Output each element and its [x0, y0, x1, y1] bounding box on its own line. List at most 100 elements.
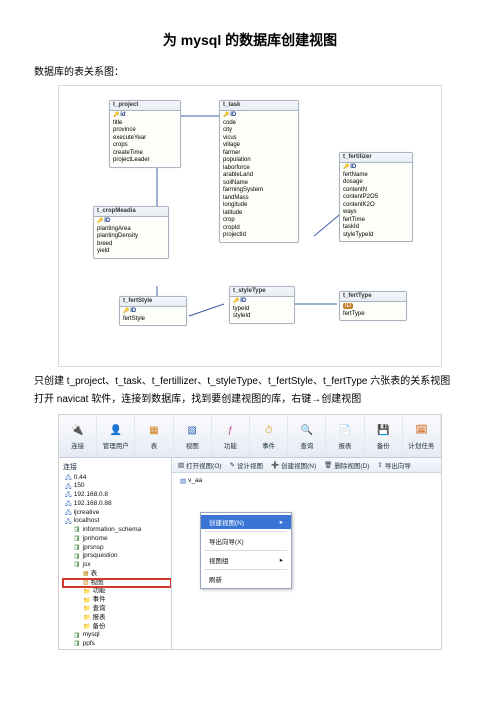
function-icon: ƒ — [221, 421, 239, 439]
database-icon: 🛢 — [73, 526, 81, 534]
chevron-right-icon: ▸ — [280, 556, 283, 564]
sidebar-header: 连接 — [59, 460, 171, 474]
server-icon: 🖧 — [65, 509, 72, 517]
database-icon: 🛢 — [73, 553, 81, 561]
design-icon: ✎ — [230, 461, 235, 469]
navicat-sidebar: 连接 🖧0.44 🖧150 🖧192.168.0.8 🖧192.168.0.88… — [59, 458, 172, 650]
tree-server[interactable]: 🖧150 — [63, 482, 171, 491]
chevron-right-icon: ▸ — [280, 518, 283, 526]
toolbar-view[interactable]: ▧视图 — [174, 415, 212, 457]
menu-divider — [205, 569, 287, 570]
navicat-screenshot: 🔌连接 👤管理用户 ▦表 ▧视图 ƒ功能 ⏱事件 🔍查询 📄报表 💾备份 🗓计划… — [58, 414, 442, 650]
view-icon: ▧ — [178, 461, 184, 469]
export-icon: ⇪ — [377, 461, 382, 469]
connection-tree: 🖧0.44 🖧150 🖧192.168.0.8 🖧192.168.0.88 🖧l… — [59, 474, 171, 650]
tree-folder-table[interactable]: ▦表 — [63, 570, 171, 579]
server-icon: 🖧 — [65, 474, 72, 482]
tree-server[interactable]: 🖧0.44 — [63, 474, 171, 483]
tree-db[interactable]: 🛢mysql — [63, 631, 171, 640]
toolbar-table[interactable]: ▦表 — [135, 415, 173, 457]
server-icon: 🖧 — [65, 500, 72, 508]
view-item[interactable]: ▧v_aa — [178, 477, 435, 485]
tree-db[interactable]: 🛢pointmeeting — [63, 649, 171, 650]
plug-icon: 🔌 — [69, 421, 87, 439]
view-icon: ▧ — [180, 477, 186, 485]
toolbar-users[interactable]: 👤管理用户 — [97, 415, 135, 457]
database-icon: 🛢 — [73, 535, 81, 543]
navicat-toolbar: 🔌连接 👤管理用户 ▦表 ▧视图 ƒ功能 ⏱事件 🔍查询 📄报表 💾备份 🗓计划… — [59, 415, 441, 458]
toolbar-backup[interactable]: 💾备份 — [365, 415, 403, 457]
ctx-export-wizard[interactable]: 导出向导(X) — [201, 534, 291, 548]
tree-folder[interactable]: 📁事件 — [63, 596, 171, 605]
view-subtoolbar: ▧打开视图(O) ✎设计视图 ➕创建视图(N) 🗑删除视图(D) ⇪导出向导 — [172, 458, 441, 473]
toolbar-event[interactable]: ⏱事件 — [250, 415, 288, 457]
save-icon: 💾 — [374, 421, 392, 439]
table-t_cropMeadia: t_cropMeadia ID plantingArea plantingDen… — [93, 206, 169, 259]
clock-icon: ⏱ — [260, 421, 278, 439]
subtool-delete-view[interactable]: 🗑删除视图(D) — [324, 460, 369, 470]
toolbar-report[interactable]: 📄报表 — [326, 415, 364, 457]
toolbar-query[interactable]: 🔍查询 — [288, 415, 326, 457]
tree-db[interactable]: 🛢ppfs — [63, 640, 171, 649]
para-relations-intro: 数据库的表关系图： — [34, 66, 466, 81]
subtool-create-view[interactable]: ➕创建视图(N) — [271, 460, 316, 470]
subtool-design-view[interactable]: ✎设计视图 — [230, 460, 263, 470]
tree-folder[interactable]: 📁报表 — [63, 614, 171, 623]
search-icon: 🔍 — [298, 421, 316, 439]
subtool-open-view[interactable]: ▧打开视图(O) — [178, 460, 222, 470]
navicat-main: ▧打开视图(O) ✎设计视图 ➕创建视图(N) 🗑删除视图(D) ⇪导出向导 ▧… — [172, 458, 441, 650]
page-title: 为 mysql 的数据库创建视图 — [34, 30, 466, 50]
tree-db[interactable]: 🛢jprsquestion — [63, 552, 171, 561]
table-t_task: t_task ID code city vicus village farmer… — [219, 100, 299, 243]
server-icon: 🖧 — [65, 483, 72, 491]
tree-server-localhost[interactable]: 🖧localhost — [63, 517, 171, 526]
tree-db[interactable]: 🛢jsx — [63, 561, 171, 570]
tree-server[interactable]: 🖧ljcreative — [63, 509, 171, 518]
tree-server[interactable]: 🖧192.168.0.8 — [63, 491, 171, 500]
database-icon: 🛢 — [73, 640, 81, 648]
add-icon: ➕ — [271, 461, 279, 469]
ctx-create-view[interactable]: 创建视图(N) ▸ — [201, 515, 291, 529]
tree-db[interactable]: 🛢information_schema — [63, 526, 171, 535]
folder-icon: ▧ — [83, 579, 89, 587]
table-icon: ▦ — [145, 421, 163, 439]
ctx-view-group[interactable]: 视图组 ▸ — [201, 553, 291, 567]
table-t_project: t_project id title province executeYear … — [109, 100, 181, 168]
tree-folder[interactable]: 📁查询 — [63, 605, 171, 614]
database-icon: 🛢 — [73, 632, 81, 640]
toolbar-connect[interactable]: 🔌连接 — [59, 415, 97, 457]
folder-icon: 📁 — [83, 614, 90, 622]
database-icon: 🛢 — [73, 544, 81, 552]
context-menu: 创建视图(N) ▸ 导出向导(X) 视图组 ▸ 刷新 — [200, 512, 292, 589]
table-t_fertType: t_fertType ID fertType — [339, 291, 407, 322]
folder-icon: 📁 — [83, 605, 90, 613]
calendar-icon: 🗓 — [412, 421, 430, 439]
tree-server[interactable]: 🖧192.168.0.88 — [63, 500, 171, 509]
table-header: t_project — [110, 101, 180, 112]
para-navicat-steps: 打开 navicat 软件，连接到数据库，找到要创建视图的库，右键→创建视图 — [34, 393, 466, 408]
tree-db[interactable]: 🛢jpnhome — [63, 535, 171, 544]
table-t_styleType: t_styleType ID typeId styleId — [229, 286, 295, 324]
pk-field: id — [113, 112, 177, 120]
table-t_fertStyle: t_fertStyle ID fertStyle — [119, 296, 187, 327]
tree-folder[interactable]: 📁备份 — [63, 623, 171, 632]
folder-icon: 📁 — [83, 588, 90, 596]
toolbar-schedule[interactable]: 🗓计划任务 — [403, 415, 441, 457]
user-icon: 👤 — [107, 421, 125, 439]
server-icon: 🖧 — [65, 491, 72, 499]
menu-divider — [205, 550, 287, 551]
delete-icon: 🗑 — [324, 461, 332, 469]
ctx-refresh[interactable]: 刷新 — [201, 572, 291, 586]
tree-db[interactable]: 🛢jprsnsp — [63, 544, 171, 553]
report-icon: 📄 — [336, 421, 354, 439]
toolbar-function[interactable]: ƒ功能 — [212, 415, 250, 457]
subtool-export[interactable]: ⇪导出向导 — [377, 460, 410, 470]
folder-icon: 📁 — [83, 623, 90, 631]
tree-folder-view-selected[interactable]: ▧视图 — [63, 579, 171, 588]
server-icon: 🖧 — [65, 518, 72, 526]
tree-folder[interactable]: 📁功能 — [63, 587, 171, 596]
database-icon: 🛢 — [73, 561, 81, 569]
er-diagram: t_project id title province executeYear … — [58, 85, 442, 367]
folder-icon: 📁 — [83, 597, 90, 605]
para-tables-list: 只创建 t_project、t_task、t_fertillizer、t_sty… — [34, 375, 466, 390]
